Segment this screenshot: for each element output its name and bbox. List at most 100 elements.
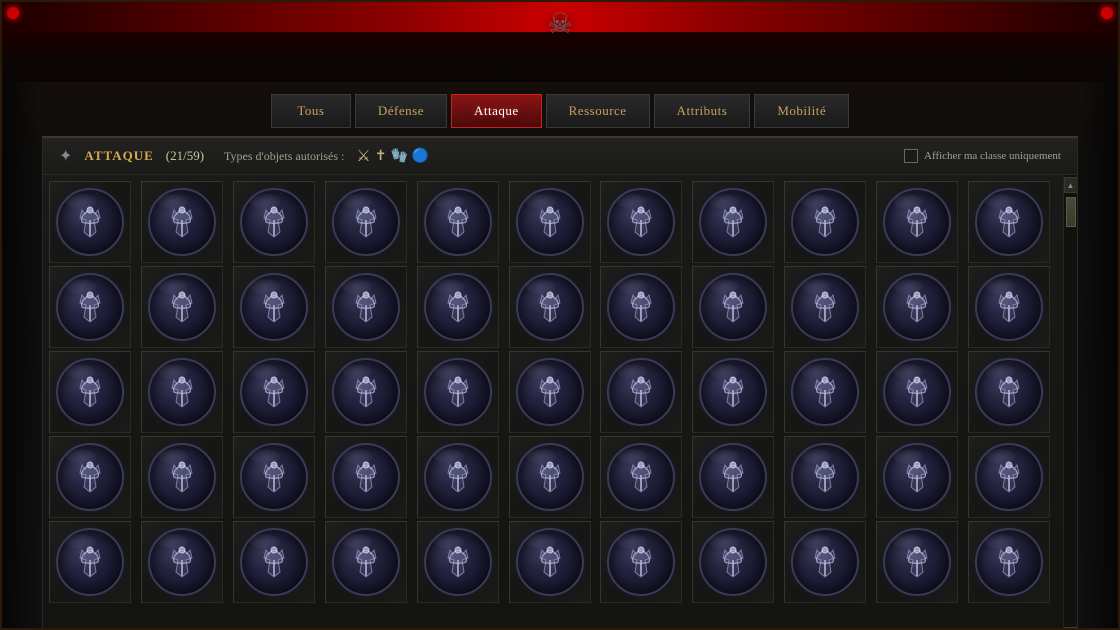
class-filter-checkbox[interactable] [904,149,918,163]
scrollbar-track: ▲ ▼ [1063,175,1077,630]
item-cell[interactable] [325,521,407,603]
scrollbar-thumb[interactable] [1066,197,1076,227]
item-cell[interactable] [49,521,131,603]
item-cell[interactable] [784,521,866,603]
item-cell[interactable] [876,351,958,433]
item-cell[interactable] [49,436,131,518]
skill-orb [699,273,767,341]
item-cell[interactable] [968,181,1050,263]
class-filter-label[interactable]: Afficher ma classe uniquement [904,149,1061,163]
item-cell[interactable] [417,436,499,518]
skill-orb [148,528,216,596]
item-cell[interactable] [968,351,1050,433]
item-cell[interactable] [509,521,591,603]
item-cell[interactable] [784,181,866,263]
item-cell[interactable] [784,436,866,518]
tab-attributs[interactable]: Attributs [654,94,751,128]
item-cell[interactable] [784,266,866,348]
skill-orb [975,358,1043,426]
item-cell[interactable] [600,351,682,433]
item-cell[interactable] [417,521,499,603]
item-cell[interactable] [692,436,774,518]
tab-defense[interactable]: Défense [355,94,447,128]
item-cell[interactable] [509,351,591,433]
item-cell[interactable] [49,181,131,263]
tab-attaque[interactable]: Attaque [451,94,542,128]
item-cell[interactable] [141,521,223,603]
items-grid [43,175,1063,630]
item-cell[interactable] [141,351,223,433]
item-cell[interactable] [325,351,407,433]
item-cell[interactable] [417,266,499,348]
item-cell[interactable] [325,436,407,518]
skill-orb [332,188,400,256]
item-cell[interactable] [325,181,407,263]
item-cell[interactable] [509,266,591,348]
top-header: ☠ [2,2,1118,82]
item-cell[interactable] [325,266,407,348]
item-cell[interactable] [49,266,131,348]
item-cell[interactable] [600,521,682,603]
item-cell[interactable] [141,436,223,518]
tab-navigation: Tous Défense Attaque Ressource Attributs… [2,82,1118,136]
content-panel: ✦ ATTAQUE (21/59) Types d'objets autoris… [42,136,1078,630]
move-icon[interactable]: ✦ [59,146,72,166]
panel-count: (21/59) [166,148,204,164]
item-cell[interactable] [417,351,499,433]
item-cell[interactable] [141,181,223,263]
skill-orb [240,273,308,341]
item-cell[interactable] [692,181,774,263]
item-cell[interactable] [692,521,774,603]
item-cell[interactable] [692,351,774,433]
skill-orb [56,443,124,511]
item-cell[interactable] [233,181,315,263]
tab-mobilite[interactable]: Mobilité [754,94,849,128]
panel-right: Afficher ma classe uniquement [904,149,1061,163]
skill-orb [240,188,308,256]
item-cell[interactable] [233,351,315,433]
skill-orb [424,358,492,426]
item-cell[interactable] [49,351,131,433]
side-decoration-left [2,2,122,82]
skill-orb [975,528,1043,596]
item-cell[interactable] [600,181,682,263]
item-cell[interactable] [600,266,682,348]
skill-orb [332,358,400,426]
item-cell[interactable] [968,521,1050,603]
skill-orb [883,443,951,511]
tab-tous[interactable]: Tous [271,94,351,128]
item-cell[interactable] [968,436,1050,518]
item-cell[interactable] [876,436,958,518]
weapon-icon-shield: 🔵 [412,148,429,165]
skill-orb [424,528,492,596]
right-overlay [1078,82,1118,628]
item-cell[interactable] [233,266,315,348]
item-cell[interactable] [692,266,774,348]
skill-orb [240,528,308,596]
tab-ressource[interactable]: Ressource [546,94,650,128]
item-cell[interactable] [509,181,591,263]
skill-orb [607,528,675,596]
skill-orb [516,443,584,511]
item-cell[interactable] [509,436,591,518]
item-cell[interactable] [417,181,499,263]
weapon-icon-staff: ✝ [375,148,387,165]
item-cell[interactable] [600,436,682,518]
item-cell[interactable] [876,521,958,603]
item-cell[interactable] [784,351,866,433]
scroll-up-button[interactable]: ▲ [1064,177,1078,193]
skill-orb [975,443,1043,511]
skill-orb [332,528,400,596]
skill-orb [56,273,124,341]
skill-orb [699,443,767,511]
item-cell[interactable] [233,436,315,518]
skill-orb [56,528,124,596]
item-cell[interactable] [876,266,958,348]
item-cell[interactable] [876,181,958,263]
panel-title: ATTAQUE [84,148,153,164]
skill-orb [56,188,124,256]
item-cell[interactable] [141,266,223,348]
skill-orb [883,188,951,256]
item-cell[interactable] [968,266,1050,348]
item-cell[interactable] [233,521,315,603]
